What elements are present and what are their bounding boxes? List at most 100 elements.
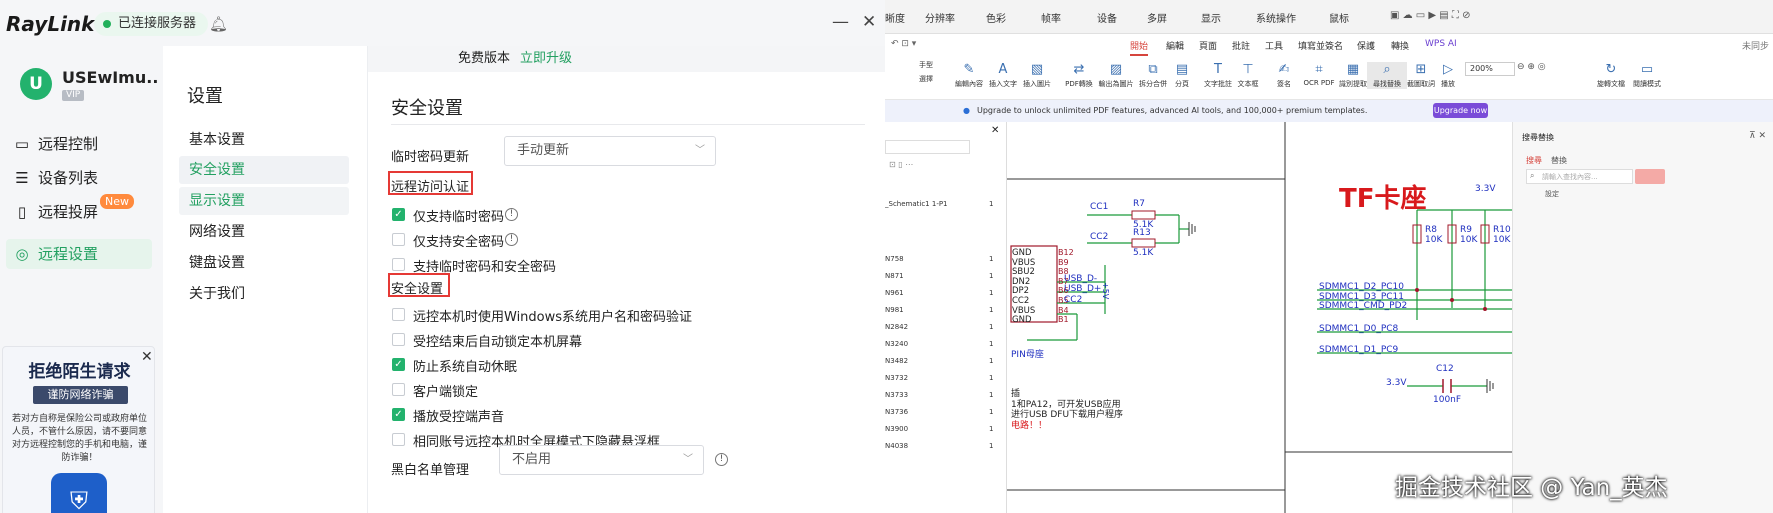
tool-textbox[interactable]: ⊤ 文本框	[1231, 62, 1265, 89]
bookmark-item[interactable]: N871 1	[885, 272, 1000, 280]
tb-system[interactable]: 系统操作	[1256, 10, 1296, 25]
menu-protect[interactable]: 保護	[1357, 39, 1375, 52]
checkbox-auto-lock[interactable]	[392, 333, 405, 346]
submenu-security[interactable]: 安全设置	[179, 156, 349, 184]
checkbox-both[interactable]	[392, 258, 405, 271]
checkbox-hide-float[interactable]	[392, 433, 405, 446]
pin-close-icons[interactable]: ⊼ ✕	[1749, 131, 1766, 141]
tb-mouse[interactable]: 鼠标	[1329, 10, 1349, 25]
menu-fill-sign[interactable]: 填寫並簽名	[1298, 39, 1343, 52]
search-button[interactable]	[1635, 169, 1665, 184]
submenu-display[interactable]: 显示设置	[179, 187, 349, 215]
menu-convert[interactable]: 轉換	[1391, 39, 1409, 52]
zoom-select[interactable]: 200%	[1465, 62, 1515, 76]
tool-page[interactable]: ▤ 分頁	[1167, 62, 1197, 89]
bookmark-item[interactable]: N4038 1	[885, 442, 1000, 450]
toolbar-icons[interactable]: ▣ ☁ ▭ ▶ ▤ ⛶ ⊘	[1390, 10, 1471, 21]
avatar[interactable]: U	[20, 68, 52, 100]
checkbox-temp-only[interactable]: ✓	[392, 208, 405, 221]
schematic-drawing	[1007, 122, 1512, 513]
search-input[interactable]: ⌕ 請輸入查找內容...	[1526, 169, 1633, 184]
menu-tools[interactable]: 工具	[1265, 39, 1283, 52]
bookmark-item[interactable]: N3240 1	[885, 340, 1000, 348]
bell-icon[interactable]: 🔔︎	[209, 15, 228, 33]
monitor-icon: ▭	[14, 135, 30, 153]
upgrade-now-button[interactable]: Upgrade now	[1433, 103, 1488, 118]
tool-hand[interactable]: 手型	[911, 60, 941, 70]
submenu-keyboard[interactable]: 键盘设置	[179, 249, 349, 277]
checkbox-windows-auth[interactable]	[392, 308, 405, 321]
info-icon[interactable]: !	[715, 453, 728, 466]
tool-pdf-convert[interactable]: ⇄ PDF轉換	[1059, 62, 1099, 89]
tab-search[interactable]: 搜尋	[1526, 155, 1542, 166]
tool-export-image[interactable]: ▨ 輸出為圖片	[1096, 62, 1136, 89]
tb-framerate[interactable]: 帧率	[1041, 10, 1061, 25]
bookmark-page: 1	[989, 323, 994, 331]
close-icon[interactable]: ✕	[991, 125, 999, 136]
tb-quality[interactable]: 晰度	[885, 10, 905, 25]
zoom-controls[interactable]: ⊖ ⊕ ◎	[1517, 62, 1546, 72]
tool-rotate[interactable]: ↻ 旋轉文檔	[1591, 62, 1631, 89]
schematic-title: TF卡座	[1339, 184, 1427, 214]
panel-search[interactable]	[885, 140, 970, 154]
tool-label: 識別提取	[1339, 80, 1367, 88]
bookmark-item[interactable]: N3732 1	[885, 374, 1000, 382]
info-icon[interactable]: !	[505, 233, 518, 246]
checkbox-play-sound[interactable]: ✓	[392, 408, 405, 421]
blacklist-select[interactable]: 不启用 ﹀	[499, 445, 704, 475]
bookmark-panel: ✕ ⊡ ▯ ⋯ _Schematic1 1-P1 1 N758 1 N871 1 N961 1…	[885, 122, 1007, 513]
tab-replace[interactable]: 替換	[1551, 155, 1567, 166]
submenu-basic[interactable]: 基本设置	[179, 126, 349, 154]
bookmark-item[interactable]: N758 1	[885, 255, 1000, 263]
tool-select[interactable]: 選擇	[911, 74, 941, 84]
panel-tools[interactable]: ⊡ ▯ ⋯	[889, 160, 913, 169]
bookmark-item[interactable]: N981 1	[885, 306, 1000, 314]
checkbox-prevent-sleep[interactable]: ✓	[392, 358, 405, 371]
tb-display[interactable]: 显示	[1201, 10, 1221, 25]
chevron-down-icon: ﹀	[695, 145, 705, 156]
menu-start[interactable]: 開始	[1130, 39, 1149, 56]
ad-body: 若对方自称是保险公司或政府单位人员，不管什么原因，请不要同意对方远程控制您的手机…	[11, 414, 147, 463]
bookmark-item[interactable]: N961 1	[885, 289, 1000, 297]
minimize-button[interactable]: —	[832, 12, 849, 32]
info-icon[interactable]: !	[505, 208, 518, 221]
info-icon: ●	[963, 106, 970, 115]
menu-page[interactable]: 頁面	[1199, 39, 1217, 52]
menu-icons[interactable]: ↶ ⊡ ▾	[891, 39, 916, 49]
bookmark-item[interactable]: _Schematic1 1-P1 1	[885, 200, 1000, 208]
menu-wps-ai[interactable]: WPS AI	[1425, 39, 1457, 49]
checkbox-secure-only[interactable]	[392, 233, 405, 246]
bookmark-item[interactable]: N2842 1	[885, 323, 1000, 331]
connection-status: 已连接服务器	[94, 12, 209, 36]
submenu-network[interactable]: 网络设置	[179, 218, 349, 246]
tool-insert-image[interactable]: ▧ 插入圖片	[1017, 62, 1057, 89]
menu-edit[interactable]: 編輯	[1166, 39, 1184, 52]
tb-device[interactable]: 设备	[1097, 10, 1117, 25]
tb-color[interactable]: 色彩	[986, 10, 1006, 25]
submenu-about[interactable]: 关于我们	[179, 280, 349, 308]
checkbox-client-lock[interactable]	[392, 383, 405, 396]
close-icon[interactable]: ✕	[141, 349, 153, 365]
tool-reading-mode[interactable]: ▭ 閱讀模式	[1627, 62, 1667, 89]
bookmark-item[interactable]: N3736 1	[885, 408, 1000, 416]
temp-password-label: 临时密码更新	[391, 150, 470, 165]
bookmark-item[interactable]: N3900 1	[885, 425, 1000, 433]
tb-resolution[interactable]: 分辨率	[925, 10, 955, 25]
menu-comment[interactable]: 批註	[1232, 39, 1250, 52]
resistor-r13	[1131, 238, 1156, 248]
temp-password-select[interactable]: 手动更新 ﹀	[504, 136, 716, 166]
bookmark-item[interactable]: N3482 1	[885, 357, 1000, 365]
logo-text: RayLink	[6, 12, 95, 36]
settings-dropdown[interactable]: 設定	[1545, 189, 1559, 199]
nav-remote-settings[interactable]: ◎ 远程设置	[6, 239, 152, 269]
tb-multiscreen[interactable]: 多屏	[1147, 10, 1167, 25]
nav-remote-control[interactable]: ▭ 远程控制	[6, 129, 152, 159]
option-label: 客户端锁定	[413, 385, 479, 400]
pdf-viewer-window: 晰度 分辨率 色彩 帧率 设备 多屏 显示 系统操作 鼠标 ▣ ☁ ▭ ▶ ▤ …	[885, 0, 1773, 513]
bookmark-item[interactable]: N3733 1	[885, 391, 1000, 399]
nav-device-list[interactable]: ☰ 设备列表	[6, 163, 152, 193]
upgrade-link[interactable]: 立即升级	[520, 46, 572, 72]
close-window-button[interactable]: ✕	[862, 12, 876, 32]
tool-play[interactable]: ▷ 播放	[1433, 62, 1463, 89]
tool-sign[interactable]: ✍ 簽名	[1268, 62, 1300, 89]
